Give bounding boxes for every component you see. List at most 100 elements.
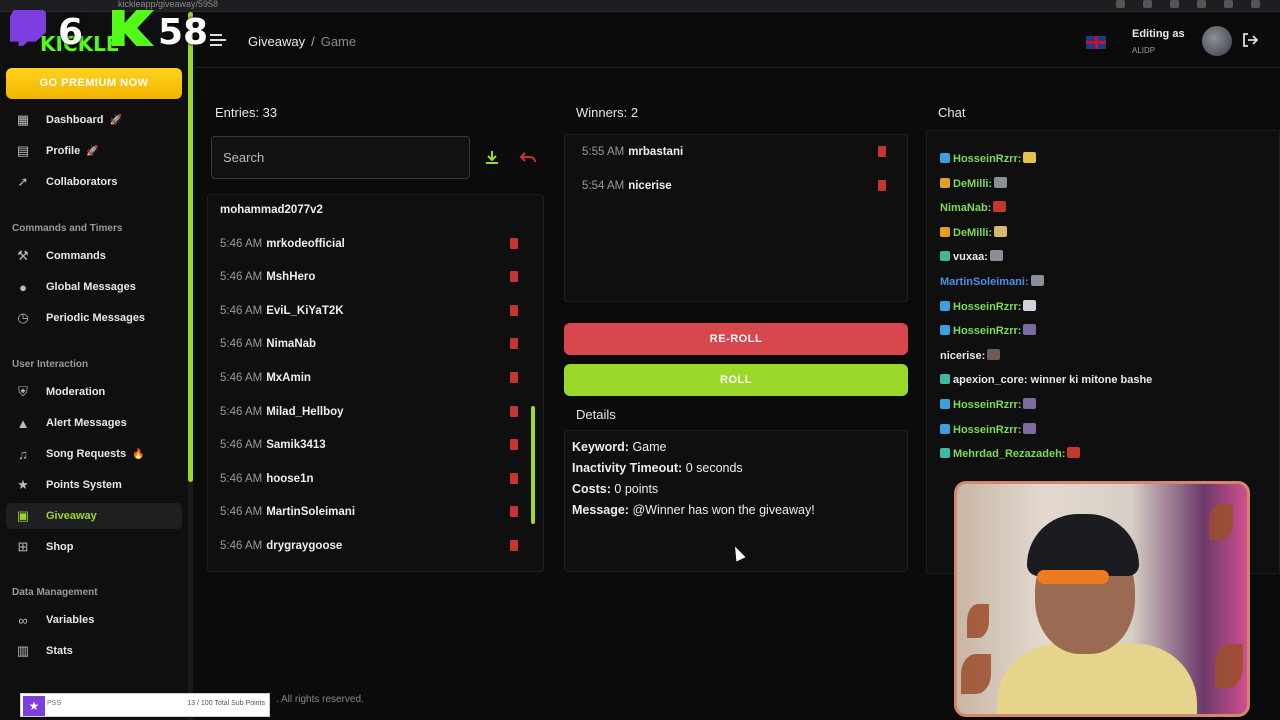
entry-time: 5:46 AM: [220, 237, 263, 250]
chat-username[interactable]: vuxaa:: [953, 251, 988, 263]
sub-star-icon: ★: [23, 696, 45, 716]
chat-username[interactable]: MartinSoleimani:: [940, 276, 1029, 288]
roll-button[interactable]: ROLL: [564, 364, 908, 396]
profile-icon[interactable]: [1251, 0, 1260, 8]
rocket-icon: ➚: [17, 174, 29, 189]
trash-icon[interactable]: [878, 179, 886, 191]
sidebar-item-collaborators[interactable]: ➚ Collaborators: [6, 169, 182, 195]
wrench-icon: ⚒: [17, 248, 29, 263]
trash-icon[interactable]: [510, 540, 518, 551]
chat-badge-icon: [940, 399, 950, 409]
chat-message: Mehrdad_Rezazadeh:: [940, 447, 1081, 461]
trash-icon[interactable]: [510, 372, 518, 383]
menu-icon[interactable]: [210, 34, 226, 46]
breadcrumb: Giveaway / Game: [248, 34, 356, 49]
chat-badge-icon: [940, 300, 950, 311]
emote-icon: [989, 250, 1003, 262]
emote-icon: [1023, 152, 1037, 163]
extension-icon[interactable]: [1143, 0, 1152, 8]
entries-scrollbar-thumb[interactable]: [531, 406, 535, 524]
sidebar-item-shop[interactable]: ⊞ Shop: [6, 534, 182, 560]
chat-badge-icon: [940, 325, 950, 336]
chat-message: HosseinRzrr:: [940, 398, 1037, 412]
sidebar-item-dashboard[interactable]: ▦ Dashboard 🚀: [6, 107, 182, 133]
sidebar-item-variables[interactable]: ∞ Variables: [6, 607, 182, 633]
sidebar-item-commands[interactable]: ⚒ Commands: [6, 243, 182, 269]
star-icon[interactable]: [1116, 0, 1125, 8]
chat-username[interactable]: DeMilli:: [953, 178, 992, 190]
window-icon[interactable]: [1224, 0, 1233, 8]
sidebar-item-song-requests[interactable]: ♫ Song Requests 🔥: [6, 441, 182, 467]
chat-badge-icon: [940, 423, 950, 434]
trash-icon[interactable]: [510, 304, 518, 316]
entries-title: Entries: 33: [215, 105, 278, 120]
link-icon: ∞: [18, 612, 28, 628]
sidebar-item-alert-messages[interactable]: ▲ Alert Messages: [6, 410, 182, 436]
chat-message: apexion_core: winner ki mitone bashe: [940, 373, 1152, 387]
trash-icon[interactable]: [510, 439, 518, 451]
chat-username[interactable]: DeMilli:: [953, 227, 992, 239]
search-input[interactable]: [211, 136, 470, 179]
extension-icon[interactable]: [1170, 0, 1179, 8]
sub-bar-left: PSS: [47, 700, 62, 707]
emote-icon: [1023, 324, 1037, 336]
trash-icon[interactable]: [878, 146, 886, 157]
entry-username: mrkodeofficial: [266, 237, 345, 250]
list-item: 5:46 AM hoose1n: [220, 469, 528, 489]
chat-username[interactable]: nicerise:: [940, 350, 985, 362]
uk-flag-icon[interactable]: [1086, 36, 1106, 49]
sidebar-item-label: Alert Messages: [46, 417, 127, 429]
sub-points-bar: ★ PSS 13 / 100 Total Sub Points: [20, 693, 270, 717]
sidebar-item-giveaway[interactable]: ▣ Giveaway: [6, 503, 182, 529]
list-item: 5:55 AM mrbastani: [582, 142, 888, 162]
sidebar-section-title: Commands and Timers: [12, 223, 123, 234]
detail-message-value: @Winner has won the giveaway!: [632, 503, 815, 517]
download-icon[interactable]: [485, 150, 499, 164]
trash-icon[interactable]: [510, 405, 518, 417]
logout-icon[interactable]: [1242, 32, 1258, 48]
chat-username[interactable]: apexion_core:: [953, 374, 1028, 386]
follower-count-left: 6: [58, 12, 84, 53]
chat-username[interactable]: Mehrdad_Rezazadeh:: [953, 448, 1065, 460]
breadcrumb-giveaway[interactable]: Giveaway: [248, 34, 305, 49]
sidebar-item-moderation[interactable]: ⛨ Moderation: [6, 379, 182, 405]
undo-icon[interactable]: [520, 150, 536, 164]
list-item: 5:46 AM MshHero: [220, 267, 528, 287]
sidebar-item-label: Dashboard: [46, 114, 104, 126]
trash-icon[interactable]: [510, 506, 518, 518]
follower-count-right: 58: [158, 12, 209, 53]
sidebar-item-profile[interactable]: ▤ Profile 🚀: [6, 138, 182, 164]
sidebar-item-stats[interactable]: ▥ Stats: [6, 638, 182, 664]
trash-icon[interactable]: [510, 472, 518, 484]
reroll-button[interactable]: RE-ROLL: [564, 323, 908, 355]
detail-timeout-label: Inactivity Timeout:: [572, 461, 683, 475]
extension-icon[interactable]: [1197, 0, 1206, 8]
entry-username: hoose1n: [266, 472, 314, 485]
chat-username[interactable]: HosseinRzrr:: [953, 153, 1021, 165]
entry-time: 5:46 AM: [220, 472, 263, 485]
emote-icon: [1023, 422, 1037, 434]
trash-icon[interactable]: [510, 271, 518, 283]
emote-icon: [987, 348, 1001, 360]
sidebar-item-points-system[interactable]: ★ Points System: [6, 472, 182, 498]
list-item: 5:46 AM EviL_KiYaT2K: [220, 301, 528, 321]
sidebar-item-periodic-messages[interactable]: ◷ Periodic Messages: [6, 305, 182, 331]
chat-message: HosseinRzrr:: [940, 299, 1037, 314]
winner-username: nicerise: [628, 179, 672, 192]
avatar[interactable]: [1202, 26, 1232, 56]
entry-time: 5:46 AM: [220, 271, 263, 284]
chat-username[interactable]: HosseinRzrr:: [953, 424, 1021, 436]
trash-icon[interactable]: [510, 237, 518, 249]
entry-time: 5:46 AM: [220, 540, 263, 552]
sidebar-item-emoji: 🔥: [132, 448, 145, 460]
chat-username[interactable]: HosseinRzrr:: [953, 301, 1021, 313]
sidebar-scrollbar-thumb[interactable]: [188, 12, 193, 482]
browser-url[interactable]: kickleapp/giveaway/5958: [118, 0, 218, 9]
sidebar-item-global-messages[interactable]: ● Global Messages: [6, 274, 182, 300]
chat-username[interactable]: HosseinRzrr:: [953, 325, 1021, 337]
chat-badge-icon: [940, 153, 950, 163]
trash-icon[interactable]: [510, 338, 518, 350]
go-premium-button[interactable]: GO PREMIUM NOW: [6, 68, 182, 99]
chat-username[interactable]: NimaNab:: [940, 202, 991, 214]
chat-username[interactable]: HosseinRzrr:: [953, 399, 1021, 411]
